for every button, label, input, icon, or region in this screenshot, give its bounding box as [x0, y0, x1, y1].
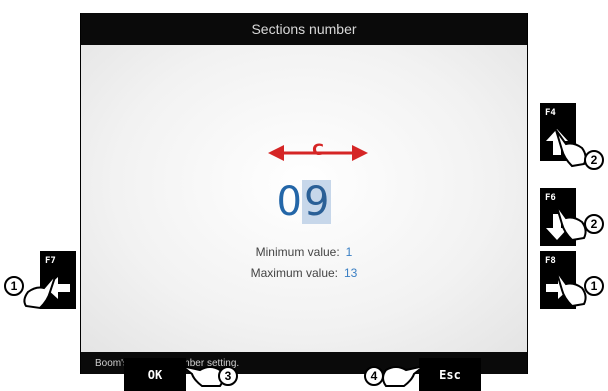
- minimum-value: 1: [345, 245, 353, 259]
- ok-key[interactable]: OK: [124, 358, 186, 391]
- content-area: C 09 Minimum value: 1 Maximum value: 13: [81, 45, 527, 352]
- maximum-value: 13: [344, 266, 358, 280]
- maximum-row: Maximum value: 13: [81, 266, 527, 280]
- device-screen: Sections number C 09 Minimum value: 1 Max…: [80, 13, 528, 374]
- f4-label: F4: [545, 108, 556, 118]
- maximum-label: Maximum value:: [250, 266, 338, 280]
- esc-key[interactable]: Esc: [419, 358, 481, 391]
- callout-3-ok: 3: [218, 366, 238, 386]
- f7-label: F7: [45, 256, 56, 266]
- value-digit-units-selected[interactable]: 9: [302, 180, 332, 224]
- esc-label: Esc: [439, 367, 461, 382]
- callout-1-f7: 1: [4, 276, 24, 296]
- screen-title: Sections number: [251, 21, 357, 37]
- column-marker: C: [268, 140, 368, 165]
- callout-2-f4: 2: [584, 150, 604, 170]
- title-bar: Sections number: [81, 13, 527, 45]
- f8-label: F8: [545, 256, 556, 266]
- minimum-row: Minimum value: 1: [81, 245, 527, 259]
- callout-1-f8: 1: [584, 276, 604, 296]
- value-digit-tens[interactable]: 0: [277, 180, 302, 224]
- minimum-label: Minimum value:: [255, 245, 340, 259]
- ok-label: OK: [147, 367, 163, 382]
- sections-value[interactable]: 09: [81, 180, 527, 224]
- marker-label: C: [312, 140, 324, 159]
- callout-4-esc: 4: [364, 366, 384, 386]
- callout-2-f6: 2: [584, 214, 604, 234]
